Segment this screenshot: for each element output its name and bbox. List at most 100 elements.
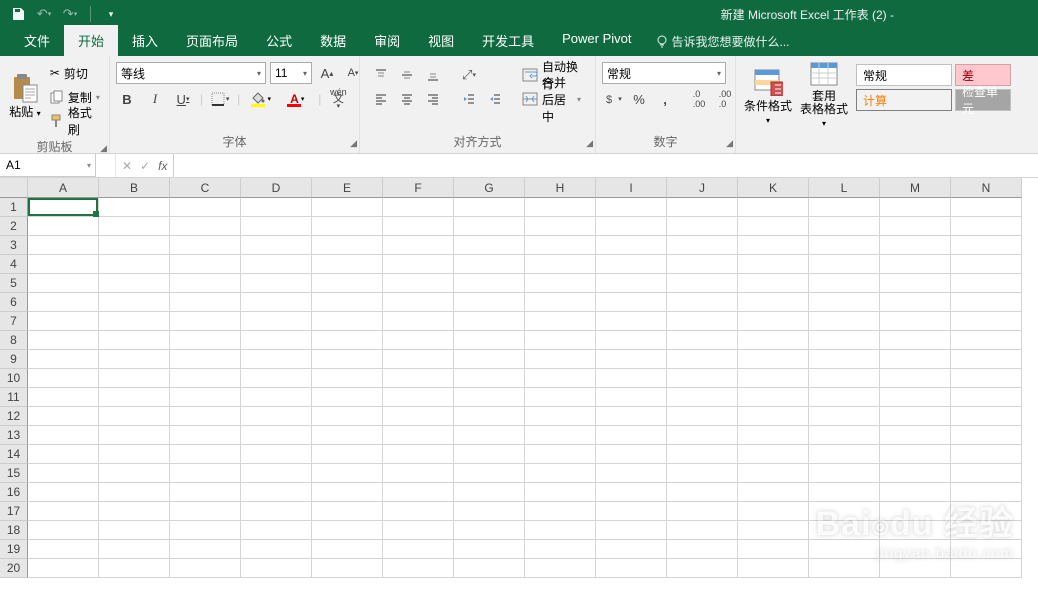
number-launcher-icon[interactable]: ◢ (726, 138, 733, 149)
comma-format-icon[interactable]: , (654, 88, 676, 110)
cell[interactable] (28, 217, 99, 236)
cell[interactable] (596, 331, 667, 350)
cell[interactable] (170, 540, 241, 559)
cell[interactable] (667, 350, 738, 369)
cell[interactable] (241, 236, 312, 255)
cell[interactable] (809, 445, 880, 464)
cell[interactable] (170, 426, 241, 445)
cell[interactable] (28, 331, 99, 350)
col-header[interactable]: C (170, 178, 241, 198)
cell[interactable] (170, 483, 241, 502)
conditional-format-button[interactable]: 条件格式▾ (740, 60, 796, 132)
cell[interactable] (880, 464, 951, 483)
bold-button[interactable]: B (116, 88, 138, 110)
name-box[interactable]: A1 ▾ (0, 154, 96, 177)
cell[interactable] (170, 369, 241, 388)
cell[interactable] (383, 483, 454, 502)
cell[interactable] (170, 198, 241, 217)
cell[interactable] (454, 521, 525, 540)
cell[interactable] (525, 350, 596, 369)
col-header[interactable]: M (880, 178, 951, 198)
cell[interactable] (880, 559, 951, 578)
cell[interactable] (241, 274, 312, 293)
cell[interactable] (28, 350, 99, 369)
cell[interactable] (454, 255, 525, 274)
cell[interactable] (383, 255, 454, 274)
cell[interactable] (99, 426, 170, 445)
cell[interactable] (312, 426, 383, 445)
cell[interactable] (312, 198, 383, 217)
cell[interactable] (809, 502, 880, 521)
cell[interactable] (951, 559, 1022, 578)
cell[interactable] (880, 426, 951, 445)
cell[interactable] (667, 464, 738, 483)
cell[interactable] (28, 198, 99, 217)
row-header[interactable]: 19 (0, 540, 28, 559)
cell[interactable] (312, 255, 383, 274)
cell[interactable] (454, 426, 525, 445)
align-center-icon[interactable] (396, 88, 418, 110)
cell[interactable] (596, 521, 667, 540)
qat-customize-icon[interactable]: ▾ (103, 6, 119, 22)
align-middle-icon[interactable] (396, 64, 418, 86)
cell[interactable] (667, 198, 738, 217)
cell[interactable] (241, 445, 312, 464)
increase-indent-icon[interactable] (484, 88, 506, 110)
col-header[interactable]: D (241, 178, 312, 198)
cell[interactable] (28, 464, 99, 483)
cell[interactable] (738, 255, 809, 274)
cell[interactable] (312, 274, 383, 293)
cell[interactable] (454, 464, 525, 483)
cell[interactable] (809, 369, 880, 388)
cell[interactable] (809, 350, 880, 369)
cell[interactable] (880, 540, 951, 559)
cell[interactable] (383, 331, 454, 350)
cell[interactable] (312, 464, 383, 483)
cell[interactable] (596, 445, 667, 464)
cell[interactable] (28, 369, 99, 388)
cell[interactable] (312, 312, 383, 331)
cell[interactable] (312, 521, 383, 540)
cell[interactable] (596, 483, 667, 502)
cell[interactable] (667, 274, 738, 293)
chevron-down-icon[interactable]: ▾ (87, 161, 91, 170)
cell[interactable] (809, 255, 880, 274)
cell[interactable] (99, 464, 170, 483)
cell[interactable] (383, 217, 454, 236)
cell[interactable] (667, 388, 738, 407)
cell[interactable] (596, 426, 667, 445)
col-header[interactable]: B (99, 178, 170, 198)
cell[interactable] (809, 331, 880, 350)
underline-button[interactable]: U ▾ (172, 88, 194, 110)
cell[interactable] (241, 217, 312, 236)
cell[interactable] (28, 426, 99, 445)
cell[interactable] (951, 502, 1022, 521)
cell[interactable] (99, 312, 170, 331)
row-header[interactable]: 3 (0, 236, 28, 255)
cell[interactable] (28, 521, 99, 540)
align-top-icon[interactable] (370, 64, 392, 86)
cell[interactable] (454, 540, 525, 559)
cell[interactable] (951, 255, 1022, 274)
cell[interactable] (312, 502, 383, 521)
cell[interactable] (383, 464, 454, 483)
cell[interactable] (596, 198, 667, 217)
cell[interactable] (951, 388, 1022, 407)
font-size-select[interactable]: 11▾ (270, 62, 312, 84)
fill-color-button[interactable]: ▾ (246, 88, 276, 110)
cell[interactable] (951, 293, 1022, 312)
cell[interactable] (170, 521, 241, 540)
cell[interactable] (99, 274, 170, 293)
cell[interactable] (99, 217, 170, 236)
cell[interactable] (525, 236, 596, 255)
cell[interactable] (667, 502, 738, 521)
cell[interactable] (809, 198, 880, 217)
cell[interactable] (454, 559, 525, 578)
row-header[interactable]: 7 (0, 312, 28, 331)
cell[interactable] (170, 502, 241, 521)
cell[interactable] (170, 559, 241, 578)
cell[interactable] (596, 559, 667, 578)
cell[interactable] (241, 369, 312, 388)
increase-decimal-icon[interactable]: .0.00 (688, 88, 710, 110)
cell[interactable] (241, 540, 312, 559)
